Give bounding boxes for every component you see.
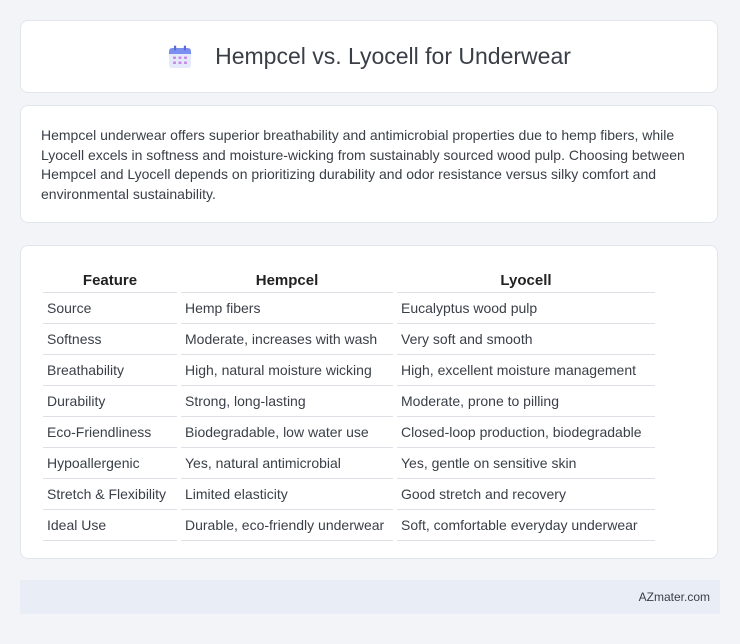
lyocell-cell: Moderate, prone to pilling — [397, 386, 655, 417]
header-lyocell: Lyocell — [397, 266, 655, 293]
title-card: Hempcel vs. Lyocell for Underwear — [20, 20, 718, 93]
table-row: Softness Moderate, increases with wash V… — [43, 324, 655, 355]
hempcel-cell: Moderate, increases with wash — [181, 324, 393, 355]
header-hempcel: Hempcel — [181, 266, 393, 293]
feature-cell: Durability — [43, 386, 177, 417]
lyocell-cell: Good stretch and recovery — [397, 479, 655, 510]
lyocell-cell: Soft, comfortable everyday underwear — [397, 510, 655, 541]
intro-paragraph: Hempcel underwear offers superior breath… — [41, 127, 685, 202]
hempcel-cell: High, natural moisture wicking — [181, 355, 393, 386]
feature-cell: Breathability — [43, 355, 177, 386]
lyocell-cell: High, excellent moisture management — [397, 355, 655, 386]
table-row: Breathability High, natural moisture wic… — [43, 355, 655, 386]
lyocell-cell: Eucalyptus wood pulp — [397, 293, 655, 324]
calendar-icon — [167, 44, 193, 70]
comparison-table: Feature Hempcel Lyocell Source Hemp fibe… — [39, 266, 659, 541]
hempcel-cell: Yes, natural antimicrobial — [181, 448, 393, 479]
table-row: Source Hemp fibers Eucalyptus wood pulp — [43, 293, 655, 324]
feature-cell: Hypoallergenic — [43, 448, 177, 479]
table-row: Stretch & Flexibility Limited elasticity… — [43, 479, 655, 510]
hempcel-cell: Biodegradable, low water use — [181, 417, 393, 448]
footer-site-link[interactable]: AZmater.com — [639, 590, 710, 604]
hempcel-cell: Hemp fibers — [181, 293, 393, 324]
footer-bar: AZmater.com — [20, 580, 720, 614]
feature-cell: Stretch & Flexibility — [43, 479, 177, 510]
table-header-row: Feature Hempcel Lyocell — [43, 266, 655, 293]
feature-cell: Softness — [43, 324, 177, 355]
table-row: Durability Strong, long-lasting Moderate… — [43, 386, 655, 417]
hempcel-cell: Durable, eco-friendly underwear — [181, 510, 393, 541]
feature-cell: Source — [43, 293, 177, 324]
hempcel-cell: Limited elasticity — [181, 479, 393, 510]
feature-cell: Ideal Use — [43, 510, 177, 541]
intro-card: Hempcel underwear offers superior breath… — [20, 105, 718, 223]
feature-cell: Eco-Friendliness — [43, 417, 177, 448]
comparison-card: Feature Hempcel Lyocell Source Hemp fibe… — [20, 245, 718, 559]
hempcel-cell: Strong, long-lasting — [181, 386, 393, 417]
lyocell-cell: Very soft and smooth — [397, 324, 655, 355]
table-row: Ideal Use Durable, eco-friendly underwea… — [43, 510, 655, 541]
lyocell-cell: Closed-loop production, biodegradable — [397, 417, 655, 448]
lyocell-cell: Yes, gentle on sensitive skin — [397, 448, 655, 479]
page-title: Hempcel vs. Lyocell for Underwear — [215, 43, 571, 69]
header-feature: Feature — [43, 266, 177, 293]
table-row: Hypoallergenic Yes, natural antimicrobia… — [43, 448, 655, 479]
table-row: Eco-Friendliness Biodegradable, low wate… — [43, 417, 655, 448]
